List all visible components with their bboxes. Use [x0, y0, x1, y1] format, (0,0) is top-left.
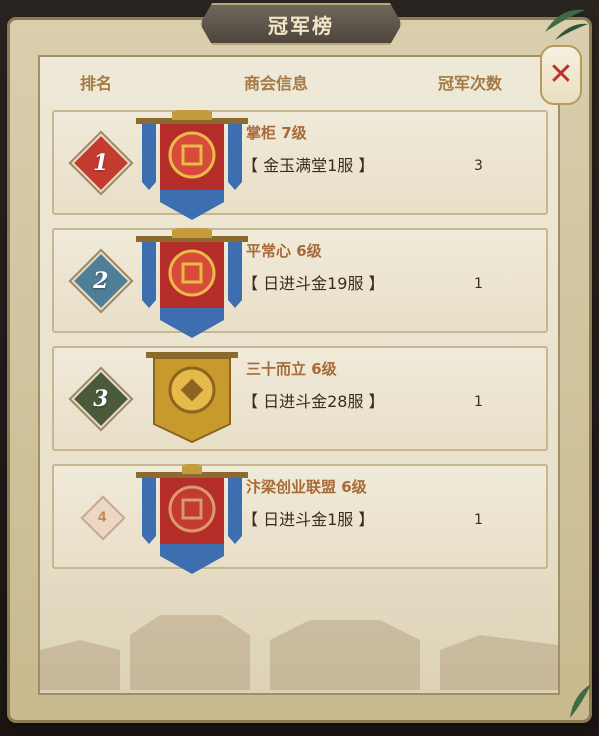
list-item[interactable]: 2 平常心 6级 【 日进斗金19服 】 1	[52, 228, 548, 338]
bamboo-leaf-icon	[570, 684, 591, 718]
champion-count: 1	[474, 276, 483, 292]
rank-1-badge: 1	[74, 136, 128, 190]
guild-name: 平常心 6级	[246, 242, 322, 260]
guild-server: 【 日进斗金19服 】	[242, 274, 385, 293]
page-title: 冠军榜	[268, 13, 334, 38]
header-champion-count: 冠军次数	[438, 74, 503, 93]
rank-4-badge: 4	[83, 498, 123, 538]
list-item[interactable]: 3 三十而立 6级 【 日进斗金28服 】 1	[52, 346, 548, 451]
gold-banner-icon	[146, 352, 238, 444]
guild-server: 【 日进斗金1服 】	[242, 510, 375, 529]
close-button[interactable]: ✕	[540, 45, 582, 105]
table-header: 排名 商会信息 冠军次数	[38, 60, 560, 100]
guild-name: 三十而立 6级	[246, 360, 337, 378]
guild-banner-icon	[136, 228, 248, 338]
champion-count: 1	[474, 394, 483, 410]
close-icon: ✕	[548, 57, 574, 92]
header-rank: 排名	[80, 74, 113, 93]
title-plaque: 冠军榜	[200, 3, 402, 45]
bamboo-leaf-icon	[545, 9, 588, 40]
rank-2-badge: 2	[74, 254, 128, 308]
list-item[interactable]: 4 汴梁创业联盟 6级 【 日进斗金1服 】 1	[52, 464, 548, 574]
guild-server: 【 日进斗金28服 】	[242, 392, 385, 411]
champion-count: 3	[474, 158, 483, 174]
list-item[interactable]: 1 掌柜 7级 【 金玉满堂1服 】 3	[52, 110, 548, 220]
palace-scenery	[40, 615, 558, 690]
guild-name: 汴梁创业联盟 6级	[246, 478, 367, 496]
header-guild-info: 商会信息	[244, 74, 309, 93]
guild-banner-icon	[136, 110, 248, 220]
guild-server: 【 金玉满堂1服 】	[242, 156, 375, 175]
rank-3-badge: 3	[74, 372, 128, 426]
champion-count: 1	[474, 512, 483, 528]
guild-name: 掌柜 7级	[246, 124, 307, 142]
guild-banner-icon	[136, 464, 248, 574]
